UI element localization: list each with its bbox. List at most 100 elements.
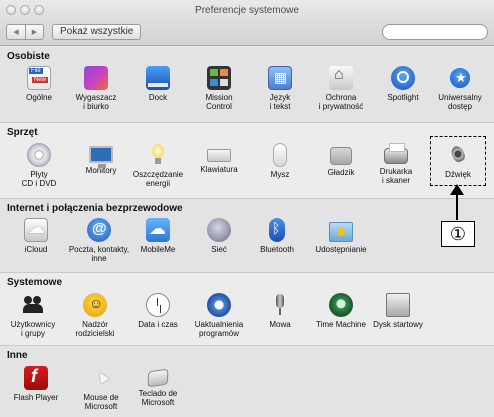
pref-dysk-startowy[interactable]: Dysk startowy — [366, 293, 430, 329]
trackpad-icon — [330, 147, 352, 165]
pref-label: Ochrona i prywatność — [318, 93, 364, 111]
pref-label: iCloud — [24, 245, 48, 254]
pref-icloud[interactable]: iCloud — [6, 218, 66, 254]
section-title: Internet i połączenia bezprzewodowe — [7, 203, 183, 214]
pref-drukarka[interactable]: Drukarka i skaner — [366, 143, 426, 185]
pref-label: Drukarka i skaner — [379, 167, 413, 185]
system-preferences-window: Preferencje systemowe ◀ ▶ Pokaż wszystki… — [0, 0, 494, 417]
pref-label: Poczta, kontakty, inne — [68, 245, 130, 263]
back-button[interactable]: ◀ — [6, 24, 25, 40]
pref-label: Nadzór rodzicielski — [75, 320, 115, 338]
energy-saver-icon — [146, 143, 170, 167]
search-input[interactable] — [382, 24, 488, 40]
cd-dvd-icon — [27, 143, 51, 167]
callout-arrow-head — [450, 184, 464, 195]
pref-uniwersalny-dostep[interactable]: Uniwersalny dostęp — [430, 66, 490, 111]
pref-ochrona[interactable]: Ochrona i prywatność — [311, 66, 371, 111]
section-sprzet: Sprzęt Płyty CD i DVD Monitory Oszczędza… — [0, 123, 494, 198]
pref-data-czas[interactable]: Data i czas — [128, 293, 188, 329]
bluetooth-icon — [269, 218, 285, 242]
title-bar: Preferencje systemowe ◀ ▶ Pokaż wszystki… — [0, 0, 494, 46]
pref-label: Język i tekst — [269, 93, 291, 111]
pref-label: Użytkownicy i grupy — [10, 320, 56, 338]
section-title: Sprzęt — [7, 127, 38, 138]
sharing-icon — [329, 222, 353, 242]
pref-mobileme[interactable]: MobileMe — [128, 218, 188, 254]
spotlight-icon — [391, 66, 415, 90]
general-icon — [27, 66, 51, 90]
language-text-icon — [268, 66, 292, 90]
dock-icon — [146, 66, 170, 90]
pref-spotlight[interactable]: Spotlight — [373, 66, 433, 102]
mobileme-icon — [146, 218, 170, 242]
parental-controls-icon — [83, 293, 107, 317]
icloud-icon — [24, 218, 48, 242]
pref-label: Mysz — [270, 170, 290, 179]
mail-contacts-icon — [87, 218, 111, 242]
pref-uaktualnienia[interactable]: Uaktualnienia programów — [186, 293, 252, 338]
pref-mowa[interactable]: Mowa — [250, 293, 310, 329]
pref-klawiatura[interactable]: Klawiatura — [189, 143, 249, 174]
flash-player-icon — [24, 366, 48, 390]
pref-label: Ogólne — [26, 93, 52, 102]
printer-scanner-icon — [384, 143, 408, 164]
pref-label: Mission Control — [205, 93, 233, 111]
pref-gladzik[interactable]: Gładzik — [311, 143, 371, 177]
mouse-icon — [273, 143, 287, 167]
displays-icon — [89, 146, 113, 168]
pref-dock[interactable]: Dock — [128, 66, 188, 102]
section-inne: Inne Flash Player Mouse de Microsoft Tec… — [0, 346, 494, 417]
pref-label: Oszczędzanie energii — [132, 170, 184, 188]
section-osobiste: Osobiste Ogólne Wygaszacz i biurko Dock … — [0, 47, 494, 122]
pref-flash-player[interactable]: Flash Player — [6, 366, 66, 402]
time-machine-icon — [329, 293, 353, 317]
pref-bluetooth[interactable]: Bluetooth — [247, 218, 307, 254]
pref-label: Mowa — [269, 320, 291, 329]
section-title: Inne — [7, 350, 28, 361]
pref-label: Sieć — [211, 245, 227, 254]
pref-mouse-microsoft[interactable]: Mouse de Microsoft — [71, 366, 131, 411]
network-icon — [207, 218, 231, 242]
pref-oszczedzanie[interactable]: Oszczędzanie energii — [128, 143, 188, 188]
callout-number: ① — [441, 221, 475, 247]
pref-poczta[interactable]: Poczta, kontakty, inne — [64, 218, 134, 263]
speech-icon — [268, 293, 292, 317]
mission-control-icon — [207, 66, 231, 90]
pref-label: Uniwersalny dostęp — [438, 93, 482, 111]
pref-label: Wygaszacz i biurko — [75, 93, 117, 111]
pref-nadzor[interactable]: Nadzór rodzicielski — [65, 293, 125, 338]
pref-monitory[interactable]: Monitory — [71, 143, 131, 175]
startup-disk-icon — [386, 293, 410, 317]
keyboard-icon — [207, 149, 231, 162]
section-systemowe: Systemowe Użytkownicy i grupy Nadzór rod… — [0, 273, 494, 345]
pref-mission-control[interactable]: Mission Control — [189, 66, 249, 111]
pref-label: Bluetooth — [260, 245, 294, 254]
pref-siec[interactable]: Sieć — [189, 218, 249, 254]
pref-label: Płyty CD i DVD — [21, 170, 57, 188]
sound-highlight-box — [430, 136, 486, 186]
microsoft-mouse-icon — [89, 366, 113, 390]
pref-plyty[interactable]: Płyty CD i DVD — [9, 143, 69, 188]
pref-label: Dock — [148, 93, 168, 102]
pref-mysz[interactable]: Mysz — [250, 143, 310, 179]
date-time-icon — [146, 293, 170, 317]
forward-button[interactable]: ▶ — [25, 24, 44, 40]
pref-label: Flash Player — [13, 393, 59, 402]
pref-label: Udostępnianie — [315, 245, 367, 254]
pref-uzytkownicy[interactable]: Użytkownicy i grupy — [3, 293, 63, 338]
pref-udostepnianie[interactable]: Udostępnianie — [306, 218, 376, 254]
security-privacy-icon — [329, 66, 353, 90]
pref-teclado-microsoft[interactable]: Teclado de Microsoft — [128, 366, 188, 407]
users-groups-icon — [21, 293, 45, 317]
show-all-button[interactable]: Pokaż wszystkie — [52, 24, 142, 40]
microsoft-keyboard-icon — [147, 368, 169, 388]
pref-label: Teclado de Microsoft — [138, 389, 178, 407]
section-title: Systemowe — [7, 277, 63, 288]
pref-jezyk[interactable]: Język i tekst — [250, 66, 310, 111]
nav-buttons: ◀ ▶ — [6, 24, 44, 40]
pref-ogolne[interactable]: Ogólne — [9, 66, 69, 102]
pref-label: MobileMe — [140, 245, 176, 254]
pref-wygaszacz[interactable]: Wygaszacz i biurko — [66, 66, 126, 111]
section-internet: Internet i połączenia bezprzewodowe iClo… — [0, 199, 494, 272]
pref-label: Gładzik — [327, 168, 355, 177]
